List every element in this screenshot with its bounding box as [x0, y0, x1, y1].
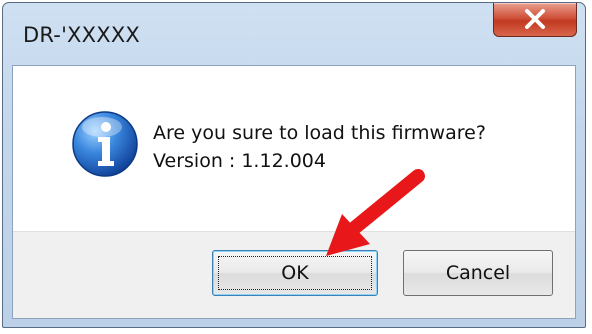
title-bar: DR-'XXXXX	[3, 3, 585, 65]
information-icon	[72, 111, 138, 177]
message-text: Are you sure to load this firmware? Vers…	[153, 119, 486, 175]
ok-button[interactable]: OK	[212, 250, 378, 296]
confirm-question: Are you sure to load this firmware?	[153, 122, 486, 144]
dialog-window: DR-'XXXXX Are you sure to load this firm…	[2, 2, 586, 328]
version-line: Version : 1.12.004	[153, 150, 326, 172]
cancel-button[interactable]: Cancel	[403, 250, 553, 296]
close-button[interactable]	[493, 3, 577, 37]
window-title: DR-'XXXXX	[23, 23, 140, 47]
dialog-content: Are you sure to load this firmware? Vers…	[12, 65, 576, 319]
focus-ring	[218, 256, 372, 290]
close-icon	[525, 9, 545, 29]
cancel-button-label: Cancel	[445, 262, 511, 284]
